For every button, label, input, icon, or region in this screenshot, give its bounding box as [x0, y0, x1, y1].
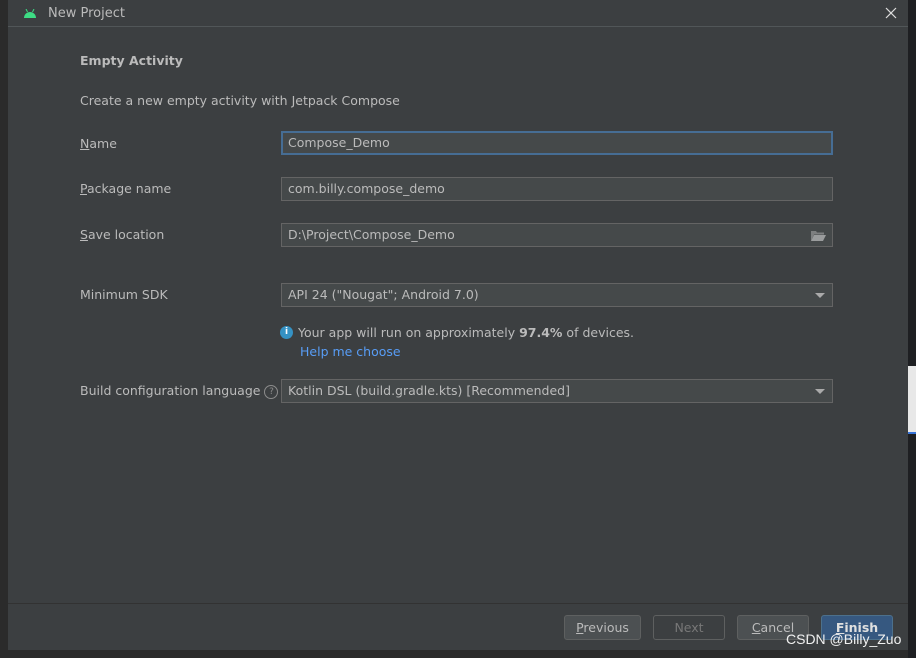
chevron-down-icon [815, 389, 825, 394]
next-button[interactable]: Next [653, 615, 725, 640]
page-description: Create a new empty activity with Jetpack… [80, 93, 400, 108]
info-icon: i [280, 326, 293, 339]
save-location-label: Save location [80, 227, 165, 242]
folder-icon[interactable] [811, 230, 826, 241]
background-window [908, 0, 916, 658]
help-me-choose-link[interactable]: Help me choose [300, 344, 401, 359]
minimum-sdk-dropdown[interactable]: API 24 ("Nougat"; Android 7.0) [281, 283, 833, 307]
name-input[interactable]: Compose_Demo [281, 131, 833, 155]
new-project-dialog: New Project Empty Activity Create a new … [8, 0, 908, 650]
title-bar: New Project [8, 0, 908, 27]
minimum-sdk-label: Minimum SDK [80, 287, 168, 302]
window-title: New Project [48, 6, 125, 21]
build-config-label: Build configuration language? [80, 383, 279, 399]
previous-button[interactable]: Previous [564, 615, 641, 640]
close-icon[interactable] [884, 6, 898, 20]
help-icon[interactable]: ? [264, 385, 279, 399]
page-title: Empty Activity [80, 53, 183, 68]
sdk-info-text: Your app will run on approximately 97.4%… [298, 325, 634, 340]
package-name-input[interactable]: com.billy.compose_demo [281, 177, 833, 201]
watermark: CSDN @Billy_Zuo [786, 631, 902, 647]
package-name-label: Package name [80, 181, 172, 196]
chevron-down-icon [815, 293, 825, 298]
android-icon [24, 9, 36, 18]
background-popup [908, 366, 916, 434]
save-location-input[interactable]: D:\Project\Compose_Demo [281, 223, 833, 247]
footer-divider [8, 603, 908, 604]
name-label: Name [80, 136, 117, 151]
sdk-info: i Your app will run on approximately 97.… [280, 325, 634, 340]
background-editor [0, 0, 8, 658]
build-config-dropdown[interactable]: Kotlin DSL (build.gradle.kts) [Recommend… [281, 379, 833, 403]
